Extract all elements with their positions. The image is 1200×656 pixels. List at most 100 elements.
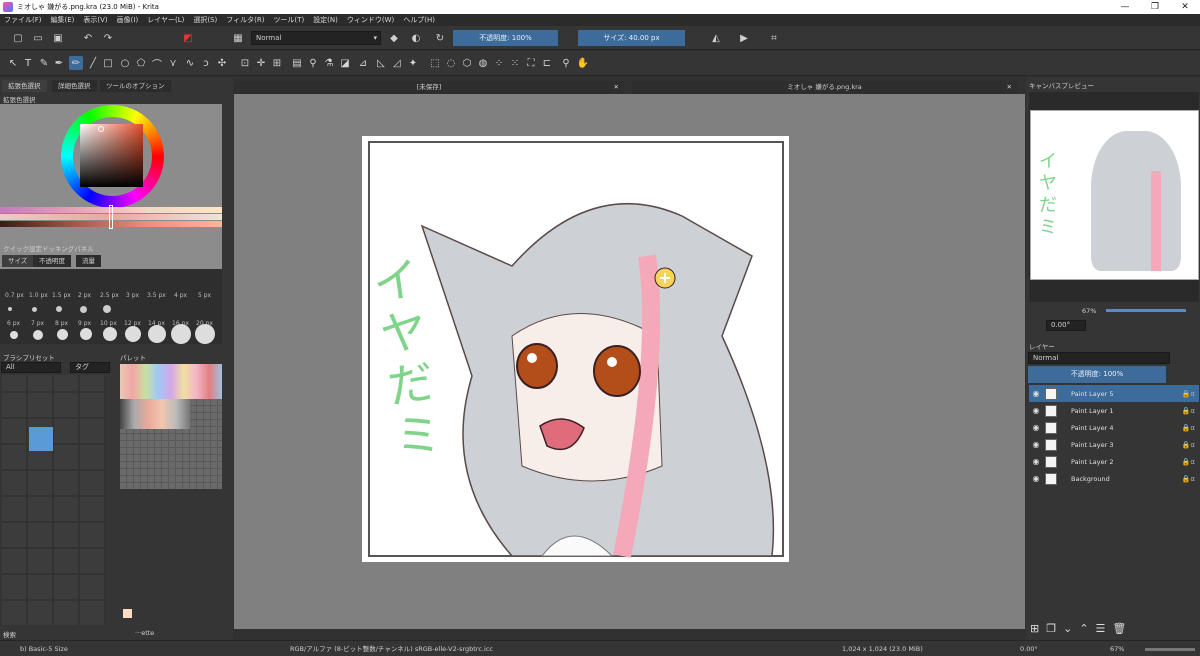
menu-select[interactable]: 選択(S)	[193, 15, 217, 25]
size-preset[interactable]: 10 px	[100, 320, 117, 327]
dynamic-brush-icon[interactable]: ↄ	[199, 56, 213, 70]
freehand-brush-icon[interactable]: ✏	[69, 56, 83, 70]
move-tool-icon[interactable]: ✛	[254, 56, 268, 70]
lock-icon[interactable]: 🔒α	[1163, 424, 1199, 432]
ellipse-tool-icon[interactable]: ○	[118, 56, 132, 70]
slider-handle[interactable]	[109, 205, 113, 229]
artwork-canvas[interactable]: イヤだミ	[362, 136, 789, 562]
select-shapes-icon[interactable]: ↖	[6, 56, 20, 70]
freehand-path-icon[interactable]: ∿	[183, 56, 197, 70]
layer-blend-select[interactable]: Normal	[1028, 352, 1170, 364]
size-preset[interactable]: 9 px	[78, 320, 91, 327]
menu-file[interactable]: ファイル(F)	[4, 15, 42, 25]
size-preset[interactable]: 3 px	[126, 292, 139, 299]
eye-icon[interactable]: ◉	[1029, 389, 1043, 398]
size-preset[interactable]: 8 px	[55, 320, 68, 327]
polygon-select-icon[interactable]: ⬡	[460, 56, 474, 70]
lock-icon[interactable]: 🔒α	[1163, 407, 1199, 415]
zoom-slider[interactable]	[1145, 648, 1195, 651]
palette-grid[interactable]	[120, 364, 222, 489]
wrap-around-icon[interactable]: ⌗	[766, 30, 782, 46]
layer-row-background[interactable]: ◉ Background 🔒α	[1029, 470, 1199, 487]
layer-opacity-slider[interactable]: 不透明度: 100%	[1028, 366, 1166, 383]
close-tab-icon[interactable]: ✕	[1007, 81, 1012, 94]
doc-tab-file[interactable]: ミオしゃ 嫌がる.png.kra ✕	[632, 81, 1017, 94]
tab-advanced-color[interactable]: 拡張色選択	[2, 80, 47, 92]
size-preset[interactable]: 3.5 px	[147, 292, 166, 299]
current-palette-color[interactable]	[123, 609, 132, 618]
similar-select-icon[interactable]: ⁙	[508, 56, 522, 70]
text-tool-icon[interactable]: T	[21, 56, 35, 70]
eye-icon[interactable]: ◉	[1029, 474, 1043, 483]
rectangle-tool-icon[interactable]: □	[101, 56, 115, 70]
size-slider[interactable]: サイズ: 40.00 px	[578, 30, 685, 46]
alpha-lock-icon[interactable]: ◐	[408, 30, 424, 46]
reload-preset-icon[interactable]: ↻	[432, 30, 448, 46]
lock-icon[interactable]: 🔒α	[1163, 475, 1199, 483]
layer-row-paint-layer-2[interactable]: ◉ Paint Layer 2 🔒α	[1029, 453, 1199, 470]
eye-icon[interactable]: ◉	[1029, 423, 1043, 432]
presets-filter-select[interactable]: All	[1, 362, 61, 373]
tab-flow[interactable]: 流量	[76, 255, 101, 267]
size-preset[interactable]: 6 px	[7, 320, 20, 327]
reference-tool-icon[interactable]: ✦	[406, 56, 420, 70]
tab-size[interactable]: サイズ	[2, 255, 34, 267]
menu-edit[interactable]: 編集(E)	[51, 15, 75, 25]
size-preset[interactable]: 7 px	[31, 320, 44, 327]
size-preset[interactable]: 2 px	[78, 292, 91, 299]
enclose-fill-icon[interactable]: ⊿	[356, 56, 370, 70]
menu-tools[interactable]: ツール(T)	[273, 15, 304, 25]
undo-icon[interactable]: ↶	[80, 30, 96, 46]
size-preset[interactable]: 2.5 px	[100, 292, 119, 299]
polygon-tool-icon[interactable]: ⬠	[134, 56, 148, 70]
layer-row-paint-layer-5[interactable]: ◉ Paint Layer 5 🔒α	[1029, 385, 1199, 402]
crop-tool-icon[interactable]: ⊡	[238, 56, 252, 70]
move-layer-up-icon[interactable]: ⌃	[1079, 622, 1095, 635]
mirror-vertical-icon[interactable]: ▶	[736, 30, 752, 46]
layer-row-paint-layer-1[interactable]: ◉ Paint Layer 1 🔒α	[1029, 402, 1199, 419]
size-preset[interactable]: 1.5 px	[52, 292, 71, 299]
save-icon[interactable]: ▣	[50, 30, 66, 46]
menu-settings[interactable]: 設定(N)	[313, 15, 338, 25]
layer-row-paint-layer-3[interactable]: ◉ Paint Layer 3 🔒α	[1029, 436, 1199, 453]
lock-icon[interactable]: 🔒α	[1163, 441, 1199, 449]
menu-window[interactable]: ウィンドウ(W)	[347, 15, 394, 25]
swap-colors-icon[interactable]: ◩	[180, 30, 196, 46]
gradient-tool-icon[interactable]: ▤	[290, 56, 304, 70]
brush-presets-grid[interactable]	[2, 375, 106, 625]
palette-name[interactable]: ···ette	[135, 629, 154, 637]
rect-select-icon[interactable]: ⬚	[428, 56, 442, 70]
selected-brush-preset[interactable]	[29, 427, 53, 451]
lock-icon[interactable]: 🔒α	[1163, 390, 1199, 398]
smart-patch-icon[interactable]: ⚗	[322, 56, 336, 70]
polyline-tool-icon[interactable]: ⌒	[150, 56, 164, 71]
menu-image[interactable]: 画像(I)	[117, 15, 139, 25]
tab-tool-options[interactable]: ツールのオプション	[100, 80, 171, 92]
opacity-slider[interactable]: 不透明度: 100%	[453, 30, 558, 46]
zoom-tool-icon[interactable]: ⚲	[559, 56, 573, 70]
saturation-value-square[interactable]	[80, 124, 143, 187]
menu-help[interactable]: ヘルプ(H)	[403, 15, 435, 25]
blend-mode-select[interactable]: Normal ▾	[251, 31, 381, 45]
menu-layer[interactable]: レイヤー(L)	[147, 15, 184, 25]
new-document-icon[interactable]: ▢	[10, 30, 26, 46]
bezier-select-icon[interactable]: ⛶	[524, 56, 538, 70]
pan-tool-icon[interactable]: ✋	[576, 56, 590, 70]
bezier-tool-icon[interactable]: ⋎	[166, 56, 180, 70]
canvas-preview-thumbnail[interactable]: イヤだミ	[1030, 110, 1199, 280]
eye-icon[interactable]: ◉	[1029, 440, 1043, 449]
transform-tool-icon[interactable]: ⊞	[270, 56, 284, 70]
menu-view[interactable]: 表示(V)	[83, 15, 107, 25]
edit-shapes-icon[interactable]: ✎	[37, 56, 51, 70]
color-picker-icon[interactable]: ⚲	[306, 56, 320, 70]
presets-tag-select[interactable]: タグ	[70, 362, 110, 373]
magnetic-select-icon[interactable]: ⊏	[540, 56, 554, 70]
duplicate-layer-icon[interactable]: ❐	[1046, 622, 1063, 635]
add-layer-icon[interactable]: ⊞	[1030, 622, 1046, 635]
freehand-select-icon[interactable]: ◍	[476, 56, 490, 70]
layer-properties-icon[interactable]: ☰	[1096, 622, 1113, 635]
eye-icon[interactable]: ◉	[1029, 457, 1043, 466]
preview-rotation-field[interactable]: 0.00°	[1046, 320, 1086, 331]
fill-tool-icon[interactable]: ◪	[338, 56, 352, 70]
lock-icon[interactable]: 🔒α	[1163, 458, 1199, 466]
